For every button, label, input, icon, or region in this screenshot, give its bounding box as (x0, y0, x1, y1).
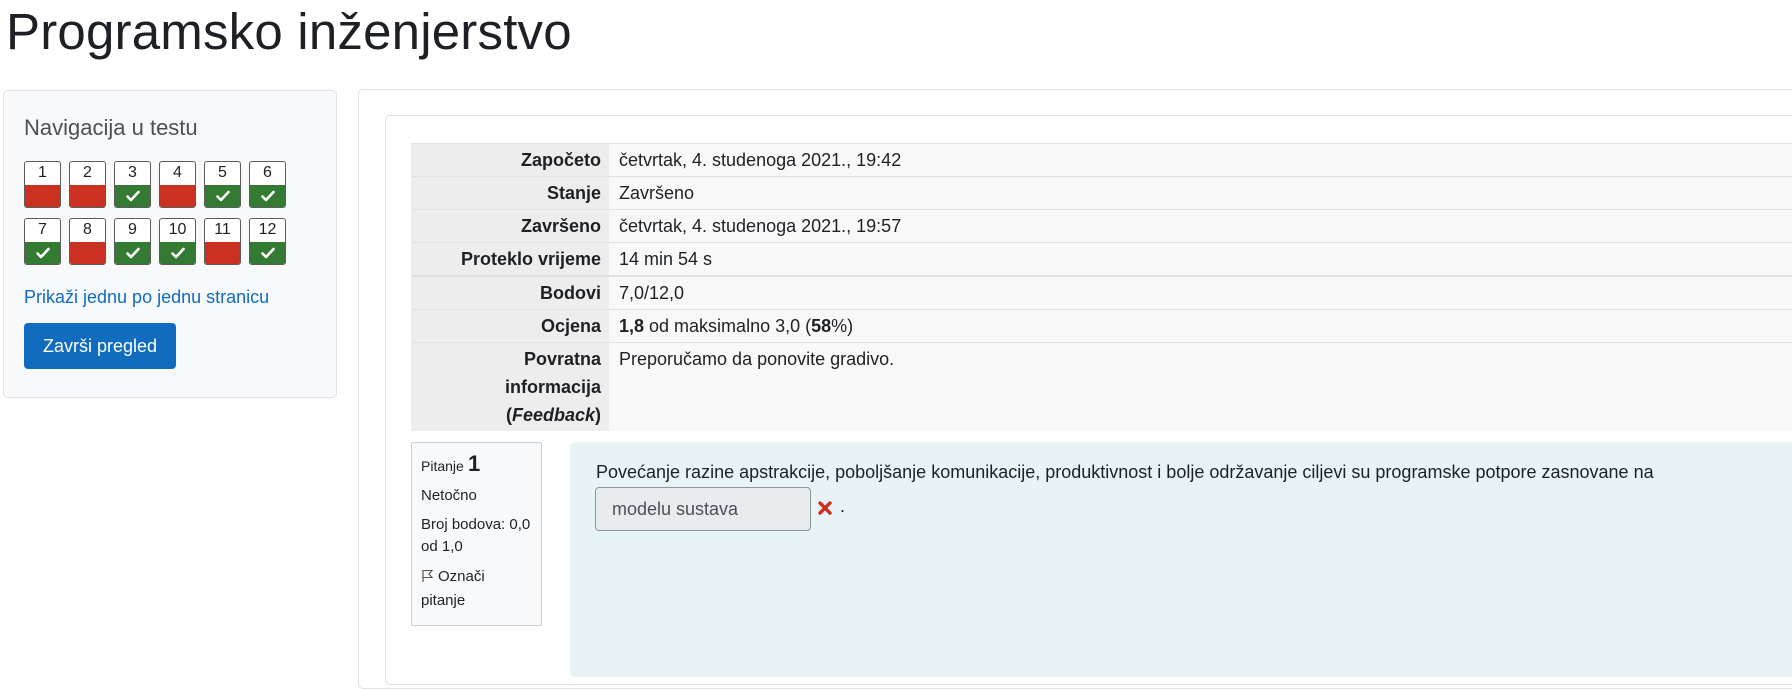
question-nav-button-12[interactable]: 12 (249, 218, 286, 265)
feedback-label-close: ) (595, 405, 601, 425)
question-nav-button-4[interactable]: 4 (159, 161, 196, 208)
page-title: Programsko inženjerstvo (6, 3, 572, 60)
question-nav-button-5[interactable]: 5 (204, 161, 241, 208)
incorrect-mark-icon (817, 500, 833, 516)
started-value: četvrtak, 4. studenoga 2021., 19:42 (609, 143, 1792, 177)
question-grade: Broj bodova: 0,0 od 1,0 (421, 514, 532, 558)
question-nav-number: 10 (168, 221, 187, 238)
quiz-navigation-title: Navigacija u testu (24, 115, 198, 140)
grade-end-text: %) (831, 316, 854, 336)
quiz-navigation-block: Navigacija u testu 1 2 3 4 5 6 7 8 9 10 11 12 Prika… (3, 90, 337, 398)
question-content: Povećanje razine apstrakcije, poboljšanj… (570, 442, 1792, 677)
question-nav-number: 7 (38, 221, 47, 238)
question-nav-button-10[interactable]: 10 (159, 218, 196, 265)
question-nav-button-8[interactable]: 8 (69, 218, 106, 265)
correct-check-icon (160, 242, 195, 264)
correct-check-icon (250, 242, 285, 264)
question-nav-button-7[interactable]: 7 (24, 218, 61, 265)
grade-score: 1,8 (619, 316, 645, 336)
question-nav-button-9[interactable]: 9 (114, 218, 151, 265)
question-nav-number: 2 (83, 164, 92, 181)
incorrect-state-indicator (205, 242, 240, 264)
marks-value: 7,0/12,0 (609, 275, 1792, 310)
started-label: Započeto (411, 143, 609, 177)
feedback-label-italic: Feedback (511, 405, 595, 425)
summary-row-feedback: Povratna informacija (Feedback) Preporučam… (411, 342, 1792, 431)
summary-row-marks: Bodovi 7,0/12,0 (411, 275, 1792, 310)
flag-icon (421, 568, 434, 590)
question-text: Povećanje razine apstrakcije, poboljšanj… (596, 462, 1654, 482)
grade-mid-text: od maksimalno 3,0 ( (644, 316, 812, 336)
feedback-label-line1: Povratna (523, 349, 601, 369)
question-label: Pitanje (421, 458, 464, 474)
question-state: Netočno (421, 487, 477, 504)
marks-label: Bodovi (411, 275, 609, 310)
grade-label: Ocjena (411, 309, 609, 343)
question-nav-number: 4 (173, 164, 182, 181)
feedback-label-line2: informacija (504, 377, 601, 397)
time-taken-value: 14 min 54 s (609, 242, 1792, 276)
question-nav-number: 1 (38, 164, 47, 181)
incorrect-state-indicator (70, 242, 105, 264)
incorrect-state-indicator (70, 185, 105, 207)
incorrect-state-indicator (25, 185, 60, 207)
incorrect-state-indicator (160, 185, 195, 207)
correct-check-icon (250, 185, 285, 207)
correct-check-icon (205, 185, 240, 207)
answer-input[interactable] (595, 487, 811, 531)
question-nav-button-11[interactable]: 11 (204, 218, 241, 265)
flag-question-label-line2: pitanje (421, 592, 466, 609)
summary-row-state: Stanje Završeno (411, 176, 1792, 210)
question-nav-number: 9 (128, 221, 137, 238)
question-nav-number: 3 (128, 164, 137, 181)
question-grade-line1: Broj bodova: 0,0 (421, 516, 531, 533)
flag-question-toggle[interactable]: Označi pitanje (421, 566, 532, 612)
feedback-value: Preporučamo da ponovite gradivo. (609, 342, 1792, 431)
show-one-page-link[interactable]: Prikaži jednu po jednu stranicu (24, 287, 269, 308)
summary-row-started: Započeto četvrtak, 4. studenoga 2021., 1… (411, 143, 1792, 177)
flag-question-label-line1: Označi (438, 568, 485, 585)
feedback-label: Povratna informacija (Feedback) (411, 342, 609, 431)
state-label: Stanje (411, 176, 609, 210)
question-nav-number: 8 (83, 221, 92, 238)
question-nav-number: 5 (218, 164, 227, 181)
question-number-value: 1 (467, 451, 481, 476)
completed-label: Završeno (411, 209, 609, 243)
time-taken-label: Proteklo vrijeme (411, 242, 609, 276)
completed-value: četvrtak, 4. studenoga 2021., 19:57 (609, 209, 1792, 243)
question-nav-button-3[interactable]: 3 (114, 161, 151, 208)
correct-check-icon (115, 185, 150, 207)
question-nav-number: 11 (214, 221, 231, 238)
correct-check-icon (25, 242, 60, 264)
state-value: Završeno (609, 176, 1792, 210)
grade-percent: 58 (811, 316, 832, 336)
question-number: Pitanje 1 (421, 451, 532, 477)
question-grade-line2: od 1,0 (421, 538, 463, 555)
question-nav-number: 6 (263, 164, 272, 181)
summary-row-completed: Završeno četvrtak, 4. studenoga 2021., 1… (411, 209, 1792, 243)
summary-row-time-taken: Proteklo vrijeme 14 min 54 s (411, 242, 1792, 276)
question-nav-button-2[interactable]: 2 (69, 161, 106, 208)
finish-review-button[interactable]: Završi pregled (24, 323, 176, 369)
answer-trailing-period: . (840, 496, 846, 516)
correct-check-icon (115, 242, 150, 264)
grade-value: 1,8 od maksimalno 3,0 (58%) (609, 309, 1792, 343)
question-nav-button-1[interactable]: 1 (24, 161, 61, 208)
question-nav-number: 12 (258, 221, 277, 238)
attempt-summary-table: Započeto četvrtak, 4. studenoga 2021., 1… (411, 143, 1792, 431)
question-nav-button-6[interactable]: 6 (249, 161, 286, 208)
summary-row-grade: Ocjena 1,8 od maksimalno 3,0 (58%) (411, 309, 1792, 343)
question-info: Pitanje 1 Netočno Broj bodova: 0,0 od 1,0… (411, 442, 542, 626)
